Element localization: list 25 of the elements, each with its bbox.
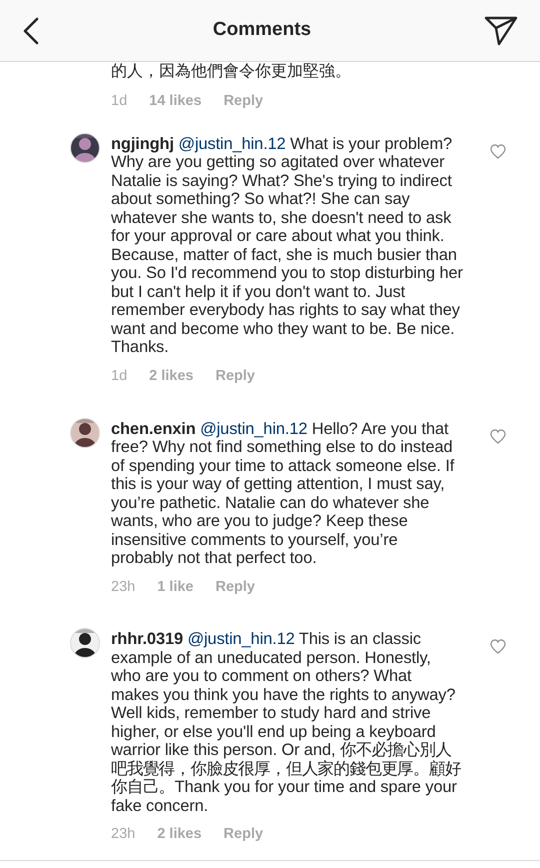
reply-button[interactable]: Reply <box>224 824 264 846</box>
reply-button[interactable]: Reply <box>215 366 255 388</box>
comment-text: ngjinghj @justin_hin.12 What is your problem? Why are you getting so agitated over whatever Natalie is saying? What? She's trying to indirect about something? So what?! She can say whatever she wants to, she doesn't need to ask for your approval or care about what you think. Because, matter of fact, she is much busier than you. So I'd recommend you to stop disturbing her but I can't help it if you don't want to. Just remember everybody has rights to say what they want and become who they want to be. Be nice. Thanks. <box>111 134 463 357</box>
heart-icon[interactable] <box>490 428 506 444</box>
comment-time: 1d <box>111 366 128 386</box>
likes-link[interactable]: 14 likes <box>149 91 202 113</box>
comment-time: 23h <box>111 578 136 596</box>
reply-button[interactable]: Reply <box>215 576 255 598</box>
likes-link[interactable]: 2 likes <box>157 824 202 846</box>
comment-text: rhhr.0319 @justin_hin.12 This is an classic example of an uneducated person. Honestly, who are you to comment on others? What makes you think you have the rights to anyway? Well kids, remember to study hard and strive higher, or else you'll end up being a keyboard warrior like this person. Or and, 你不必擔心別人吧我覺得，你臉皮很厚，但人家的錢包更厚。顧好你自己。Thank you for your time and spare your fake concern. <box>111 630 462 816</box>
reply-button[interactable]: Reply <box>224 91 264 113</box>
comment-time: 1d <box>111 92 128 111</box>
mention-link[interactable]: @justin_hin.12 <box>178 134 286 153</box>
page-title: Comments <box>212 18 312 42</box>
comment-text: 的人，因為他們會令你更加堅強。 <box>111 62 352 82</box>
comment-time: 23h <box>111 825 136 844</box>
likes-link[interactable]: 1 like <box>157 576 194 598</box>
heart-icon[interactable] <box>490 144 506 159</box>
comment-text: chen.enxin @justin_hin.12 Hello? Are you that free? Why not find something else to do instead of spending your time to attack someone else. If this is your way of getting attention, I must say, you’re pathetic. Natalie can do whatever she wants, who are you to judge? Keep these insensitive comments to yourself, you’re probably not that perfect too. <box>111 420 456 568</box>
likes-link[interactable]: 2 likes <box>149 366 194 388</box>
mention-link[interactable]: @justin_hin.12 <box>187 630 295 648</box>
back-icon[interactable] <box>22 16 40 44</box>
heart-icon[interactable] <box>490 639 506 654</box>
send-icon[interactable] <box>484 16 518 46</box>
mention-link[interactable]: @justin_hin.12 <box>200 420 308 438</box>
